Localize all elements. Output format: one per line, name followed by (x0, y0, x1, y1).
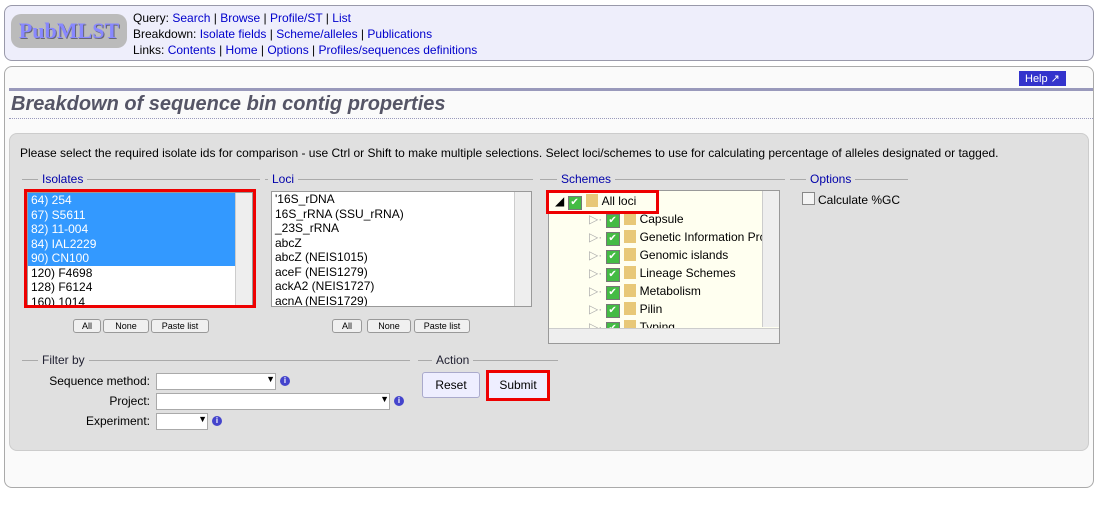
gc-checkbox[interactable] (802, 192, 815, 205)
schemes-legend: Schemes (557, 172, 616, 186)
isolates-all-button[interactable]: All (73, 319, 101, 333)
nav-label: Breakdown: (133, 27, 197, 41)
tree-item[interactable]: ▷· ✔ Lineage Schemes (589, 264, 736, 282)
scrollbar[interactable] (514, 192, 531, 306)
submit-button[interactable]: Submit (486, 370, 550, 401)
info-icon[interactable]: i (212, 416, 222, 426)
folder-icon (623, 302, 636, 315)
horizontal-scrollbar[interactable] (549, 328, 779, 343)
locus-option[interactable]: acnA (NEIS1729) (275, 294, 531, 307)
nav-links: Query: Search | Browse | Profile/ST | Li… (133, 11, 478, 57)
header: PubMLST Query: Search | Browse | Profile… (4, 5, 1094, 61)
info-icon[interactable]: i (394, 396, 404, 406)
experiment-select[interactable]: ▼ (156, 413, 208, 430)
pubmlst-logo[interactable]: PubMLST (11, 14, 127, 48)
nav-label: Query: (133, 11, 170, 25)
loci-all-button[interactable]: All (332, 319, 362, 333)
info-icon[interactable]: i (280, 376, 290, 386)
nav-contents[interactable]: Contents (168, 43, 216, 57)
help-button[interactable]: Help ↗ (1019, 71, 1066, 86)
isolates-paste-button[interactable]: Paste list (151, 319, 209, 333)
tree-item[interactable]: ▷· ✔ Pilin (589, 300, 662, 318)
locus-option[interactable]: _23S_rRNA (275, 221, 531, 236)
folder-icon (623, 248, 636, 261)
reset-button[interactable]: Reset (422, 372, 480, 398)
isolates-legend: Isolates (38, 172, 88, 186)
nav-scheme-alleles[interactable]: Scheme/alleles (276, 27, 357, 41)
nav-options[interactable]: Options (267, 43, 308, 57)
isolates-none-button[interactable]: None (103, 319, 149, 333)
loci-paste-button[interactable]: Paste list (414, 319, 470, 333)
method-select[interactable]: ▼ (156, 373, 276, 390)
locus-option[interactable]: 16S_rRNA (SSU_rRNA) (275, 207, 531, 222)
experiment-label: Experiment: (85, 414, 150, 428)
options-legend: Options (806, 172, 856, 186)
project-label: Project: (109, 394, 150, 408)
folder-icon (623, 284, 636, 297)
loci-none-button[interactable]: None (367, 319, 411, 333)
tree-item-label: Pilin (639, 302, 663, 316)
nav-browse[interactable]: Browse (220, 11, 260, 25)
folder-icon (623, 266, 636, 279)
tree-item-label: Lineage Schemes (639, 266, 736, 280)
checkbox-checked-icon[interactable]: ✔ (605, 214, 620, 228)
tree-item-label: Genomic islands (639, 248, 729, 262)
tree-item-label: Capsule (639, 212, 684, 226)
checkbox-checked-icon[interactable]: ✔ (605, 250, 620, 264)
tree-item[interactable]: ▷· ✔ Genomic islands (589, 246, 728, 264)
tree-item-label: Genetic Information Proce (639, 230, 779, 244)
nav-isolate-fields[interactable]: Isolate fields (200, 27, 267, 41)
checkbox-checked-icon[interactable]: ✔ (605, 304, 620, 318)
tree-item[interactable]: ▷· ✔ Metabolism (589, 282, 701, 300)
locus-option[interactable]: ackA2 (NEIS1727) (275, 279, 531, 294)
nav-search[interactable]: Search (172, 11, 210, 25)
action-legend: Action (432, 353, 474, 367)
locus-option[interactable]: abcZ (275, 236, 531, 251)
filter-legend: Filter by (38, 353, 89, 367)
scrollbar[interactable] (762, 191, 779, 327)
page-title: Breakdown of sequence bin contig propert… (9, 88, 1093, 119)
nav-profile[interactable]: Profile/ST (270, 11, 322, 25)
tree-item[interactable]: ▷· ✔ Genetic Information Proce (589, 228, 779, 246)
nav-label: Links: (133, 43, 165, 57)
instructions: Please select the required isolate ids f… (20, 146, 999, 160)
loci-select[interactable]: '16S_rDNA 16S_rRNA (SSU_rRNA) _23S_rRNA abc… (271, 191, 532, 307)
nav-list[interactable]: List (332, 11, 351, 25)
gc-label: Calculate %GC (818, 193, 901, 207)
checkbox-checked-icon[interactable]: ✔ (605, 286, 620, 300)
locus-option[interactable]: abcZ (NEIS1015) (275, 250, 531, 265)
folder-icon (623, 230, 636, 243)
method-label: Sequence method: (49, 374, 150, 388)
nav-publications[interactable]: Publications (367, 27, 432, 41)
nav-profiles[interactable]: Profiles/sequences definitions (319, 43, 478, 57)
loci-legend: Loci (268, 172, 299, 186)
locus-option[interactable]: aceF (NEIS1279) (275, 265, 531, 280)
tree-item-label: Metabolism (639, 284, 701, 298)
checkbox-checked-icon[interactable]: ✔ (605, 232, 620, 246)
checkbox-checked-icon[interactable]: ✔ (605, 268, 620, 282)
locus-option[interactable]: '16S_rDNA (275, 192, 531, 207)
project-select[interactable]: ▼ (156, 393, 390, 410)
nav-home[interactable]: Home (226, 43, 258, 57)
